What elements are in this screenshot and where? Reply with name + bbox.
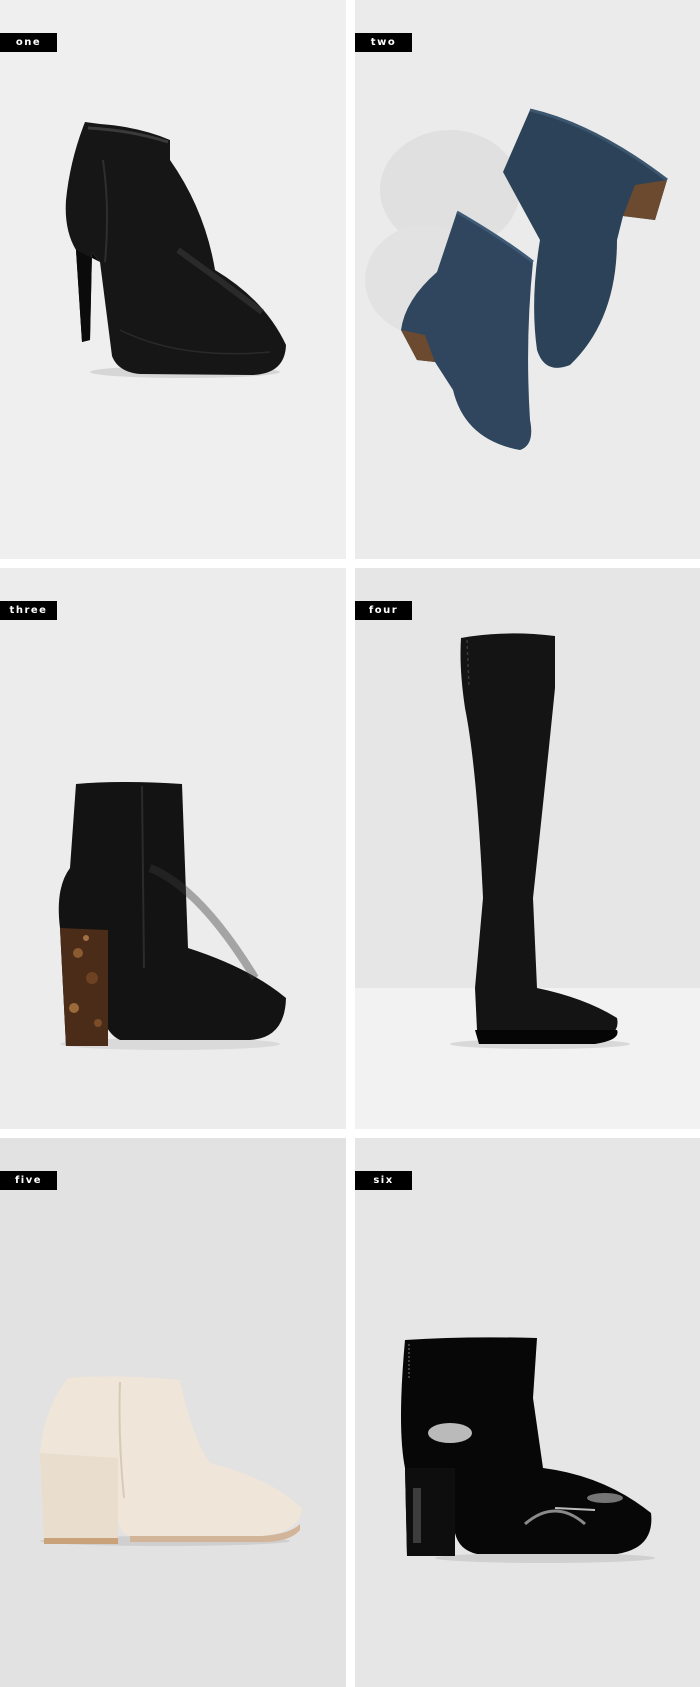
product-image-three: [0, 568, 346, 1129]
product-grid: one two three four five six: [0, 0, 700, 1687]
product-card-five[interactable]: five: [0, 1138, 346, 1687]
product-image-four: [355, 568, 700, 1129]
product-image-five: [0, 1138, 346, 1687]
product-card-one[interactable]: one: [0, 0, 346, 559]
item-label: two: [355, 33, 412, 52]
item-label: one: [0, 33, 57, 52]
product-card-six[interactable]: six: [355, 1138, 700, 1687]
product-image-two: [355, 0, 700, 559]
item-label: five: [0, 1171, 57, 1190]
product-card-three[interactable]: three: [0, 568, 346, 1129]
item-label: six: [355, 1171, 412, 1190]
product-image-six: [355, 1138, 700, 1687]
item-label: four: [355, 601, 412, 620]
product-card-four[interactable]: four: [355, 568, 700, 1129]
item-label: three: [0, 601, 57, 620]
product-card-two[interactable]: two: [355, 0, 700, 559]
product-image-one: [0, 0, 346, 559]
